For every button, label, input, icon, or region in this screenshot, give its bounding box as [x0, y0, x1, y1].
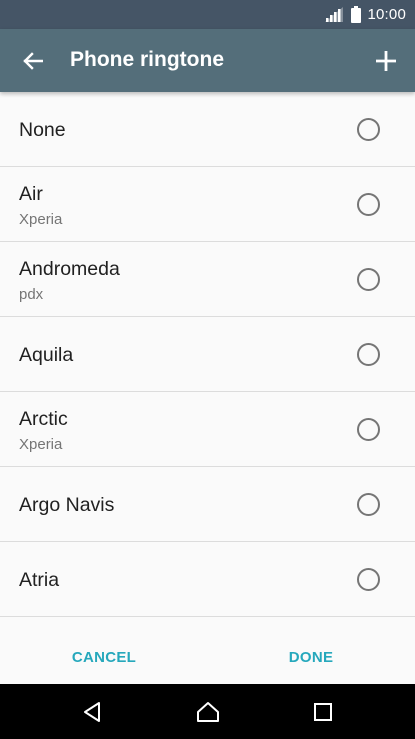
- radio-button[interactable]: [357, 343, 380, 366]
- navigation-bar: [0, 684, 415, 739]
- plus-icon[interactable]: [373, 48, 399, 74]
- done-button[interactable]: DONE: [275, 641, 347, 673]
- nav-home-icon[interactable]: [196, 700, 220, 724]
- ringtone-item-atria[interactable]: Atria: [0, 542, 415, 617]
- ringtone-name: Argo Navis: [19, 494, 115, 516]
- radio-button[interactable]: [357, 118, 380, 141]
- status-time: 10:00: [367, 6, 406, 23]
- app-bar: Phone ringtone: [0, 29, 415, 92]
- page-title: Phone ringtone: [70, 48, 224, 71]
- nav-recent-icon[interactable]: [311, 700, 335, 724]
- ringtone-list: None Air Xperia Andromeda pdx Aquila Arc…: [0, 92, 415, 617]
- ringtone-item-argo-navis[interactable]: Argo Navis: [0, 467, 415, 542]
- signal-icon: [325, 7, 344, 22]
- ringtone-name: Atria: [19, 569, 60, 591]
- ringtone-item-air[interactable]: Air Xperia: [0, 167, 415, 242]
- ringtone-item-none[interactable]: None: [0, 92, 415, 167]
- ringtone-item-aquila[interactable]: Aquila: [0, 317, 415, 392]
- ringtone-subtitle: pdx: [19, 286, 44, 303]
- ringtone-name: Aquila: [19, 344, 74, 366]
- radio-button[interactable]: [357, 268, 380, 291]
- ringtone-name: None: [19, 119, 66, 141]
- status-bar: 10:00: [0, 0, 415, 29]
- radio-button[interactable]: [357, 418, 380, 441]
- radio-button[interactable]: [357, 193, 380, 216]
- ringtone-item-andromeda[interactable]: Andromeda pdx: [0, 242, 415, 317]
- radio-button[interactable]: [357, 493, 380, 516]
- ringtone-subtitle: Xperia: [19, 436, 63, 453]
- ringtone-name: Air: [19, 183, 43, 205]
- ringtone-subtitle: Xperia: [19, 211, 63, 228]
- ringtone-name: Andromeda: [19, 258, 120, 280]
- cancel-button[interactable]: CANCEL: [62, 641, 146, 673]
- nav-back-icon[interactable]: [80, 700, 104, 724]
- ringtone-name: Arctic: [19, 408, 68, 430]
- arrow-back-icon[interactable]: [21, 49, 45, 73]
- battery-icon: [351, 6, 362, 23]
- ringtone-item-arctic[interactable]: Arctic Xperia: [0, 392, 415, 467]
- dialog-actions: CANCEL DONE: [0, 630, 415, 684]
- radio-button[interactable]: [357, 568, 380, 591]
